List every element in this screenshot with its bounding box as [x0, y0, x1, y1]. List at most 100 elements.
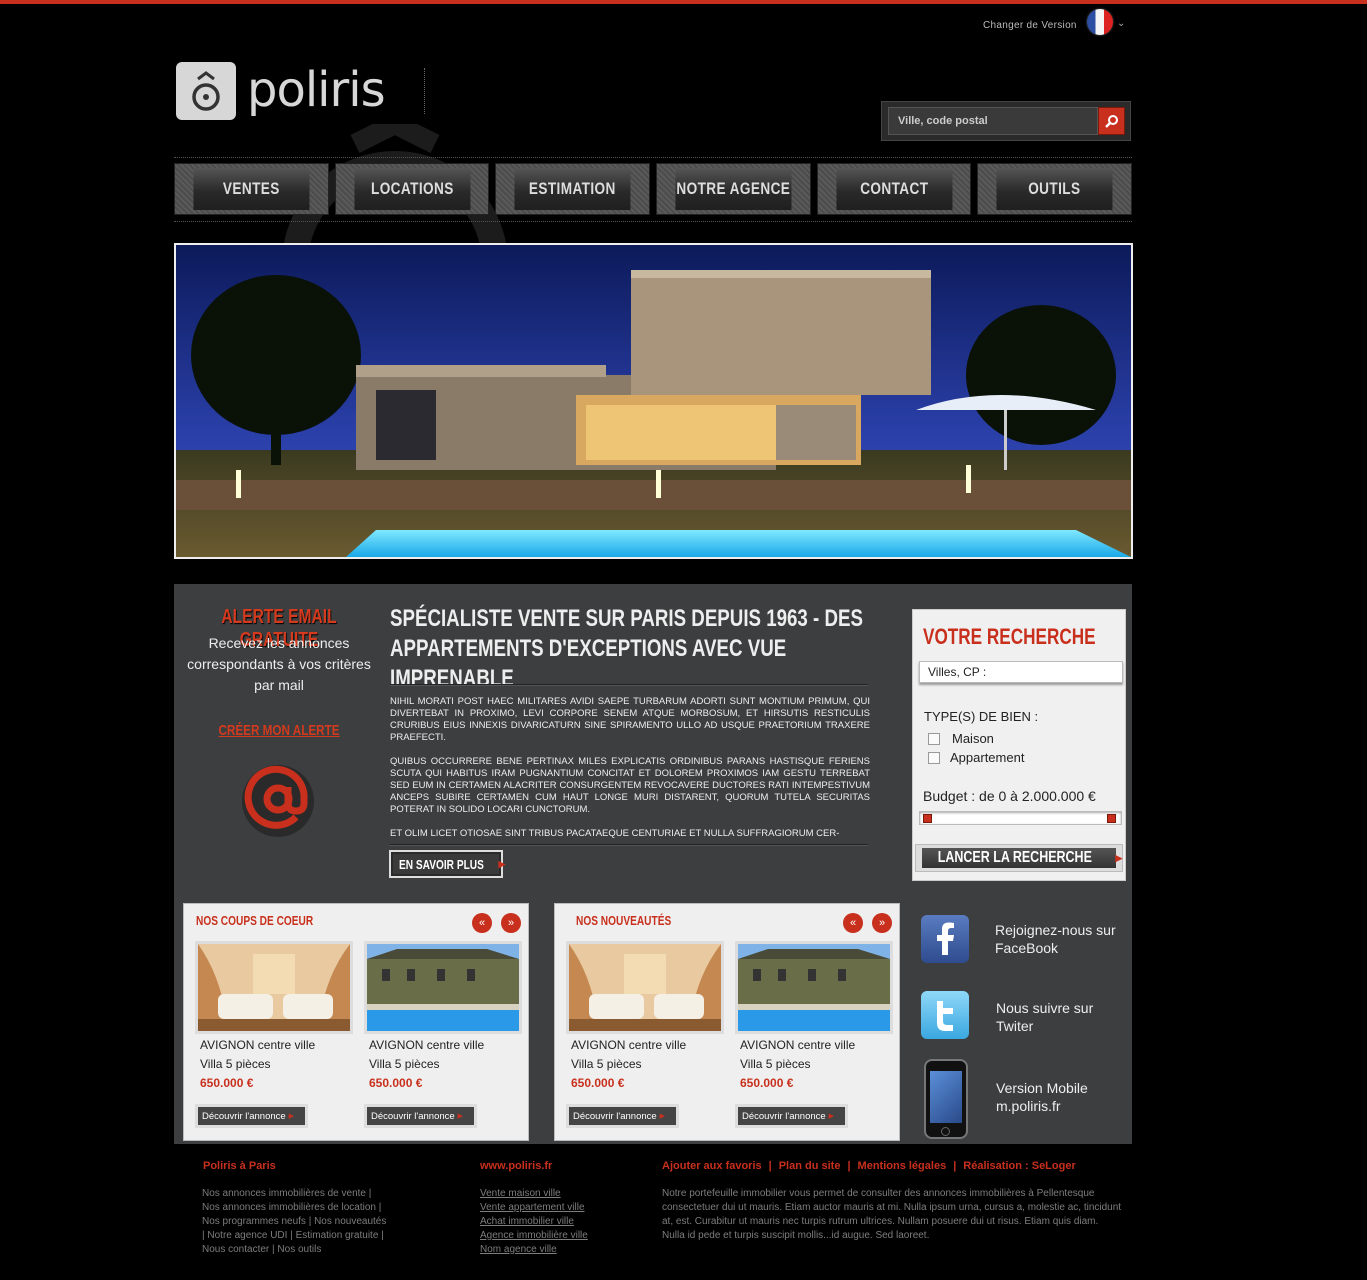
mobile-line: m.poliris.fr: [996, 1098, 1061, 1114]
listing-city: AVIGNON: [369, 1038, 424, 1052]
listing-photo[interactable]: [566, 941, 724, 1034]
nav-estimation[interactable]: Estimation: [495, 163, 651, 215]
checkbox[interactable]: [928, 751, 940, 764]
footer-link[interactable]: Vente appartement ville: [480, 1201, 588, 1215]
twitter-icon[interactable]: [921, 991, 969, 1039]
mobile-line: Version Mobile: [996, 1080, 1088, 1096]
footer-link[interactable]: Achat immobilier ville: [480, 1215, 588, 1229]
budget-slider[interactable]: [919, 811, 1122, 825]
smartphone-icon[interactable]: [924, 1059, 968, 1139]
brand-name[interactable]: poliris: [247, 62, 386, 118]
submit-search-button[interactable]: LANCER LA RECHERCHE ▶: [915, 844, 1123, 872]
listing-card[interactable]: AVIGNON centre ville Villa 5 pièces 650.…: [195, 941, 353, 1128]
listing-area: centre ville: [426, 1038, 485, 1052]
carousel-next-button[interactable]: »: [872, 913, 892, 933]
carousel-title: NOS NOUVEAUTÉS: [576, 913, 672, 928]
nav-label: Ventes: [193, 168, 310, 210]
listing-photo[interactable]: [195, 941, 353, 1034]
footer-link[interactable]: Nom agence ville: [480, 1243, 588, 1257]
arrow-right-icon: ▶: [828, 1113, 835, 1120]
listing-photo[interactable]: [735, 941, 893, 1034]
carousel-next-button[interactable]: »: [501, 913, 521, 933]
footer-line[interactable]: Nos annonces immobilières de location |: [202, 1201, 386, 1215]
twitter-link[interactable]: Nous suivre sur Twiter: [996, 999, 1093, 1035]
listing-photo[interactable]: [364, 941, 522, 1034]
alert-text: Recevez les annonces correspondants à vo…: [187, 635, 371, 693]
listing-price: 650.000 €: [369, 1076, 423, 1090]
credits-link[interactable]: Réalisation : SeLoger: [963, 1160, 1075, 1172]
arrow-right-icon: ▶: [1115, 852, 1123, 863]
submit-search-label: LANCER LA RECHERCHE: [937, 849, 1092, 866]
slider-handle-max[interactable]: [1107, 814, 1116, 823]
search-icon: [1104, 115, 1118, 128]
france-flag-icon[interactable]: [1087, 9, 1113, 35]
separator: |: [768, 1160, 772, 1172]
view-listing-label: Découvrir l'annonce: [742, 1110, 826, 1122]
chevron-down-icon[interactable]: ⌄: [1117, 18, 1125, 29]
facebook-link[interactable]: Rejoignez-nous sur FaceBook: [995, 921, 1116, 957]
favorites-carousel: NOS COUPS DE COEUR « » AVIGNON centre vi…: [183, 903, 529, 1141]
main-nav: Ventes Locations Estimation Notre agence…: [174, 163, 1133, 215]
change-version-link[interactable]: Changer de Version: [983, 20, 1077, 31]
search-button[interactable]: [1098, 107, 1125, 135]
facebook-icon[interactable]: [921, 915, 969, 963]
footer-line[interactable]: Nos annonces immobilières de vente |: [202, 1187, 386, 1201]
sitemap-link[interactable]: Plan du site: [779, 1160, 841, 1172]
nav-label: Outils: [996, 168, 1113, 210]
carousel-prev-button[interactable]: «: [843, 913, 863, 933]
create-alert-link[interactable]: CRÉER MON ALERTE: [202, 722, 356, 739]
listing-card[interactable]: AVIGNON centre ville Villa 5 pièces 650.…: [735, 941, 893, 1128]
listing-type: Villa 5 pièces: [369, 1057, 440, 1071]
city-input[interactable]: [919, 661, 1123, 683]
nav-notre-agence[interactable]: Notre agence: [656, 163, 811, 215]
legal-link[interactable]: Mentions légales: [858, 1160, 947, 1172]
mobile-link[interactable]: Version Mobile m.poliris.fr: [996, 1079, 1088, 1115]
at-sign-icon[interactable]: [238, 759, 318, 839]
listing-area: centre ville: [628, 1038, 687, 1052]
nav-contact[interactable]: Contact: [816, 163, 972, 215]
hero-image: [174, 243, 1133, 559]
nav-locations[interactable]: Locations: [334, 163, 490, 215]
view-listing-label: Découvrir l'annonce: [371, 1110, 455, 1122]
search-input[interactable]: [888, 107, 1098, 135]
arrow-right-icon: ▶: [457, 1113, 464, 1120]
budget-label: Budget : de 0 à 2.000.000 €: [923, 788, 1096, 804]
divider: [390, 684, 868, 686]
footer-link[interactable]: Vente maison ville: [480, 1187, 588, 1201]
logo-icon[interactable]: [176, 62, 236, 120]
property-types-label: TYPE(S) DE BIEN :: [924, 709, 1039, 724]
read-more-button[interactable]: EN SAVOIR PLUS ▶: [389, 850, 505, 878]
footer-line[interactable]: | Notre agence UDI | Estimation gratuite…: [202, 1229, 386, 1243]
divider: [390, 844, 868, 846]
nav-ventes[interactable]: Ventes: [174, 163, 329, 215]
listing-city: AVIGNON: [740, 1038, 795, 1052]
favorites-link[interactable]: Ajouter aux favoris: [662, 1160, 762, 1172]
nav-outils[interactable]: Outils: [977, 163, 1133, 215]
intro-paragraph: NIHIL MORATI POST HAEC MILITARES AVIDI S…: [390, 696, 870, 743]
footer-links-bar: Ajouter aux favoris | Plan du site | Mention…: [662, 1160, 1076, 1172]
view-listing-button[interactable]: Découvrir l'annonce ▶: [364, 1104, 477, 1128]
footer-line[interactable]: Nous contacter | Nos outils: [202, 1243, 386, 1257]
divider: [174, 157, 1132, 158]
listing-card[interactable]: AVIGNON centre ville Villa 5 pièces 650.…: [364, 941, 522, 1128]
checkbox[interactable]: [928, 732, 940, 745]
divider: [424, 68, 425, 114]
view-listing-button[interactable]: Découvrir l'annonce ▶: [566, 1104, 679, 1128]
view-listing-button[interactable]: Découvrir l'annonce ▶: [735, 1104, 848, 1128]
footer-title[interactable]: www.poliris.fr: [480, 1160, 552, 1172]
listing-price: 650.000 €: [740, 1076, 794, 1090]
nav-label: Estimation: [514, 168, 631, 210]
intro-body: NIHIL MORATI POST HAEC MILITARES AVIDI S…: [390, 696, 870, 852]
view-listing-label: Découvrir l'annonce: [573, 1110, 657, 1122]
footer-link[interactable]: Agence immobilière ville: [480, 1229, 588, 1243]
footer-line[interactable]: Nos programmes neufs | Nos nouveautés: [202, 1215, 386, 1229]
checkbox-appartement[interactable]: Appartement: [928, 750, 1024, 765]
slider-handle-min[interactable]: [923, 814, 932, 823]
footer-description: Notre portefeuille immobilier vous perme…: [662, 1188, 1122, 1241]
listing-area: centre ville: [257, 1038, 316, 1052]
arrow-right-icon: ▶: [659, 1113, 666, 1120]
checkbox-maison[interactable]: Maison: [928, 731, 994, 746]
view-listing-button[interactable]: Découvrir l'annonce ▶: [195, 1104, 308, 1128]
listing-card[interactable]: AVIGNON centre ville Villa 5 pièces 650.…: [566, 941, 724, 1128]
carousel-prev-button[interactable]: «: [472, 913, 492, 933]
